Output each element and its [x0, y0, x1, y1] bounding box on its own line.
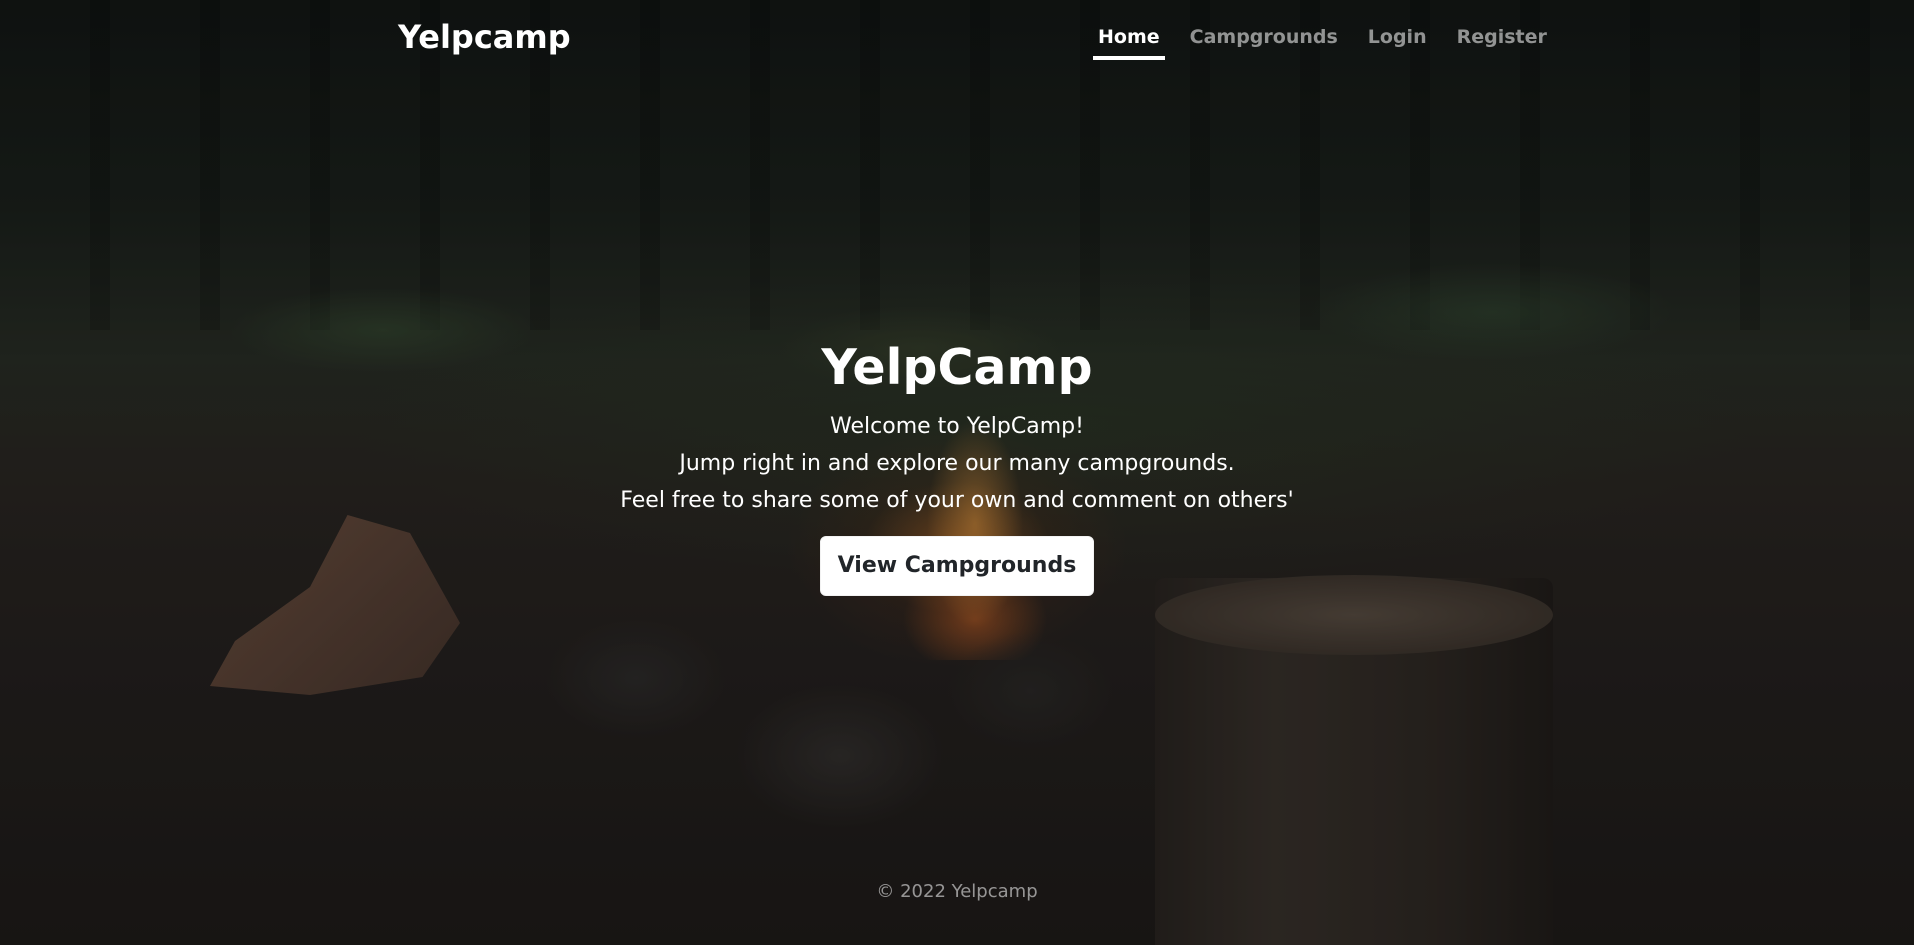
hero-title: YelpCamp — [821, 339, 1093, 396]
hero-description: Welcome to YelpCamp! Jump right in and e… — [0, 408, 1914, 519]
hero-section: YelpCamp Welcome to YelpCamp! Jump right… — [0, 336, 1914, 596]
view-campgrounds-button[interactable]: View Campgrounds — [819, 536, 1095, 596]
nav-link-campgrounds[interactable]: Campgrounds — [1185, 24, 1343, 60]
hero-line-welcome: Welcome to YelpCamp! — [830, 414, 1084, 439]
nav-link-login[interactable]: Login — [1363, 24, 1432, 60]
hero-line-share: Feel free to share some of your own and … — [620, 488, 1294, 513]
nav-link-register[interactable]: Register — [1452, 24, 1552, 60]
landing-page: Yelpcamp Home Campgrounds Login Register… — [0, 0, 1914, 945]
brand-logo[interactable]: Yelpcamp — [398, 17, 571, 57]
nav-link-home[interactable]: Home — [1093, 24, 1165, 60]
navbar: Yelpcamp Home Campgrounds Login Register — [0, 0, 1914, 76]
footer: © 2022 Yelpcamp — [0, 878, 1914, 906]
fire-ring-rocks-image — [500, 600, 1180, 860]
hero-line-explore: Jump right in and explore our many campg… — [679, 451, 1235, 476]
footer-copyright: © 2022 Yelpcamp — [876, 881, 1038, 902]
nav-links: Home Campgrounds Login Register — [1093, 24, 1572, 60]
